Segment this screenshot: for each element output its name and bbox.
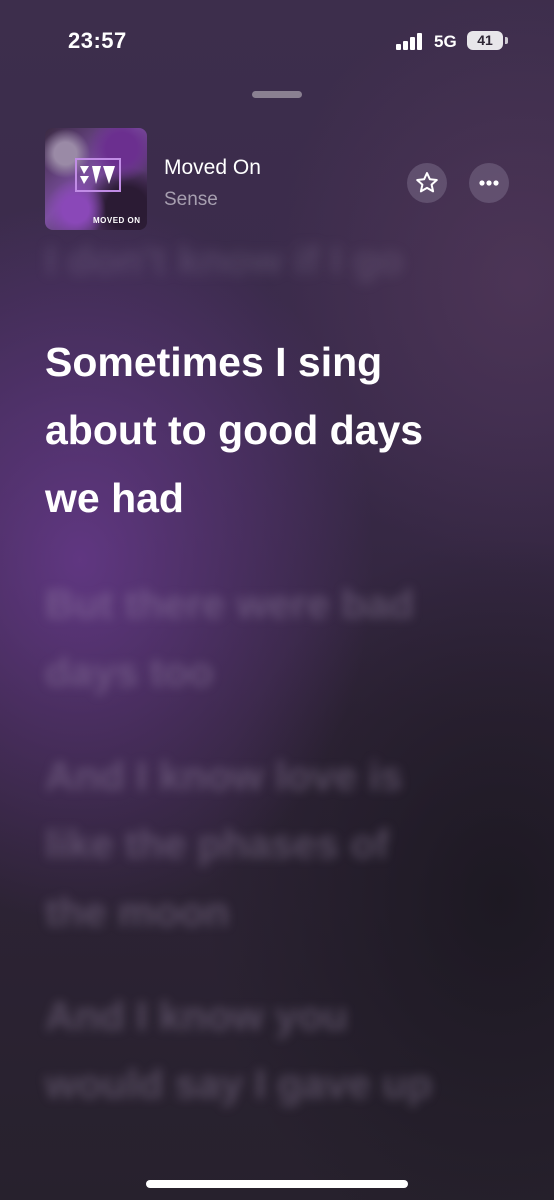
home-indicator[interactable] <box>146 1180 408 1188</box>
favorite-button[interactable] <box>407 163 447 203</box>
album-art-text: MOVED ON <box>93 216 141 225</box>
lyric-current-line-2: about to good days <box>45 407 424 453</box>
lyric-next-2-line-2: like the phases of <box>45 821 390 867</box>
lyric-current-line-1: Sometimes I sing <box>45 339 383 385</box>
cellular-signal-icon <box>396 32 426 50</box>
lyric-line-next-2[interactable]: And I know love is like the phases of th… <box>45 742 403 946</box>
battery-level: 41 <box>477 32 493 48</box>
star-icon <box>416 172 438 193</box>
track-artist[interactable]: Sense <box>164 189 218 211</box>
lyric-next-1-line-2: days too <box>45 649 214 695</box>
lyric-next-1-line-1: But there were bad <box>45 581 415 627</box>
now-playing-header: MOVED ON Moved On Sense <box>0 128 554 238</box>
lyric-next-2-line-3: the moon <box>45 889 230 935</box>
battery-tip <box>505 37 508 44</box>
lyric-next-2-line-1: And I know love is <box>45 753 403 799</box>
network-type: 5G <box>434 32 457 51</box>
status-bar: 23:57 5G 41 <box>0 0 554 84</box>
lyric-next-3-line-2: would say I gave up <box>45 1061 433 1107</box>
status-time: 23:57 <box>68 28 127 53</box>
track-title: Moved On <box>164 156 261 179</box>
more-options-button[interactable] <box>469 163 509 203</box>
lyric-line-previous[interactable]: I don't know if I go <box>45 226 403 294</box>
album-logo-icon <box>75 158 121 192</box>
lyric-current-line-3: we had <box>45 475 184 521</box>
battery-icon: 41 <box>467 31 503 50</box>
lyric-line-current[interactable]: Sometimes I sing about to good days we h… <box>45 328 423 532</box>
sheet-grabber-handle[interactable] <box>252 91 302 98</box>
album-art[interactable]: MOVED ON <box>45 128 147 230</box>
ellipsis-icon <box>479 180 499 186</box>
lyric-line-next-1[interactable]: But there were bad days too <box>45 570 414 706</box>
lyric-line-next-3[interactable]: And I know you would say I gave up <box>45 982 432 1118</box>
lyric-next-3-line-1: And I know you <box>45 993 348 1039</box>
